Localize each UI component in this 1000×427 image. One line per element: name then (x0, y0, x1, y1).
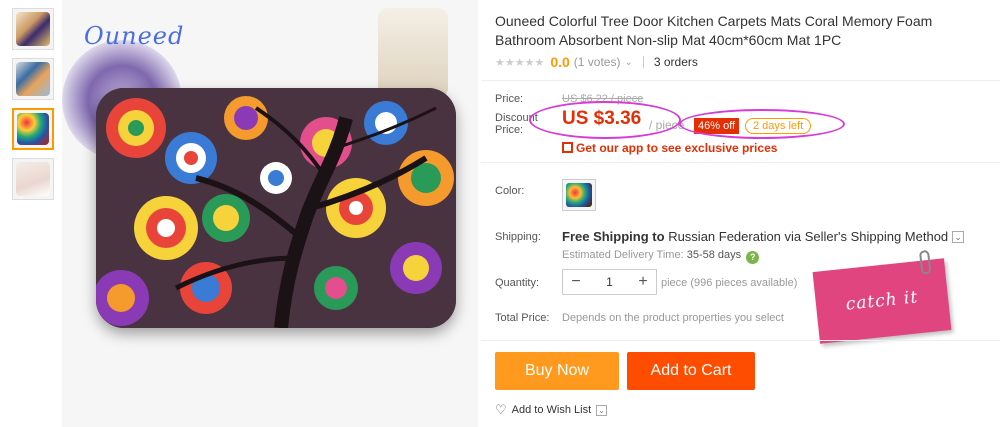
rating-stars: ★★★★★ (495, 56, 545, 69)
per-piece-unit: / piece (649, 118, 685, 132)
original-price: US $6.22 / piece (562, 93, 644, 105)
thumbnail-image (16, 162, 50, 196)
total-price-text: Depends on the product properties you se… (562, 312, 784, 324)
color-option[interactable] (562, 179, 596, 211)
total-price-label: Total Price: (495, 312, 550, 324)
wish-list-label: Add to Wish List (511, 404, 592, 416)
sticker-text: catch it (844, 287, 920, 315)
rating-row: ★★★★★ 0.0 (1 votes) ⌄ 3 orders (495, 54, 698, 70)
thumbnail-1[interactable] (12, 8, 54, 50)
app-promo-text: Get our app to see exclusive prices (576, 141, 778, 155)
chevron-down-icon[interactable]: ⌄ (624, 57, 632, 68)
orders-count: 3 orders (653, 55, 698, 69)
help-icon[interactable]: ? (746, 251, 760, 264)
product-title: Ouneed Colorful Tree Door Kitchen Carpet… (495, 13, 933, 48)
availability-text: piece (996 pieces available) (661, 277, 798, 289)
decrease-button[interactable]: − (563, 273, 589, 291)
thumbnail-image (16, 62, 50, 96)
catch-it-sticker: catch it (812, 249, 952, 344)
chevron-down-icon[interactable]: ⌄ (596, 404, 608, 416)
thumbnail-image (17, 113, 49, 145)
delivery-estimate: Estimated Delivery Time: 35-58 days ? (562, 249, 760, 264)
increase-button[interactable]: + (630, 273, 656, 291)
watermark-logo: Ouneed (84, 22, 185, 50)
quantity-label: Quantity: (495, 277, 540, 289)
decor-vase (378, 8, 448, 98)
divider (642, 56, 644, 68)
tree-artwork (96, 88, 456, 328)
product-info: Ouneed Colorful Tree Door Kitchen Carpet… (481, 0, 1000, 427)
discount-price-label: Discount Price: (495, 112, 538, 136)
color-label: Color: (495, 185, 525, 197)
thumbnail-4[interactable] (12, 158, 54, 200)
time-left-badge: 2 days left (745, 118, 812, 134)
buy-now-button[interactable]: Buy Now (495, 352, 619, 390)
add-to-wish-list[interactable]: ♡ Add to Wish List ⌄ (495, 402, 608, 418)
app-promo-link[interactable]: Get our app to see exclusive prices (562, 141, 777, 155)
price-box: Price: US $6.22 / piece Discount Price: … (481, 80, 1000, 162)
delivery-label: Estimated Delivery Time: (562, 249, 684, 261)
shipping-info: Free Shipping to Russian Federation via … (562, 229, 965, 244)
quantity-stepper: − 1 + (562, 269, 657, 295)
rating-value: 0.0 (550, 54, 570, 70)
shipping-label: Shipping: (495, 231, 541, 243)
heart-icon: ♡ (495, 402, 507, 417)
thumbnail-list (12, 8, 56, 208)
price-label: Price: (495, 93, 524, 105)
qr-code-icon (562, 142, 573, 153)
thumbnail-3[interactable] (12, 108, 54, 150)
thumbnail-image (16, 12, 50, 46)
color-swatch-image (566, 183, 592, 207)
main-product-image[interactable]: Ouneed (62, 0, 478, 427)
rating-votes[interactable]: (1 votes) (574, 55, 621, 69)
free-shipping-text: Free Shipping to (562, 229, 665, 244)
shipping-method[interactable]: Russian Federation via Seller's Shipping… (668, 229, 948, 244)
paperclip-icon (918, 249, 932, 275)
product-options: Color: Shipping: Free Shipping to Russia… (481, 162, 1000, 344)
thumbnail-2[interactable] (12, 58, 54, 100)
discount-badge: 46% off (694, 118, 740, 134)
discount-price: US $3.36 (562, 108, 642, 129)
add-to-cart-button[interactable]: Add to Cart (627, 352, 755, 390)
delivery-days: 35-58 days (686, 249, 742, 261)
quantity-input[interactable]: 1 (589, 275, 630, 289)
chevron-down-icon[interactable]: ⌄ (952, 231, 965, 243)
mat-image (96, 88, 456, 328)
divider (481, 340, 1000, 341)
